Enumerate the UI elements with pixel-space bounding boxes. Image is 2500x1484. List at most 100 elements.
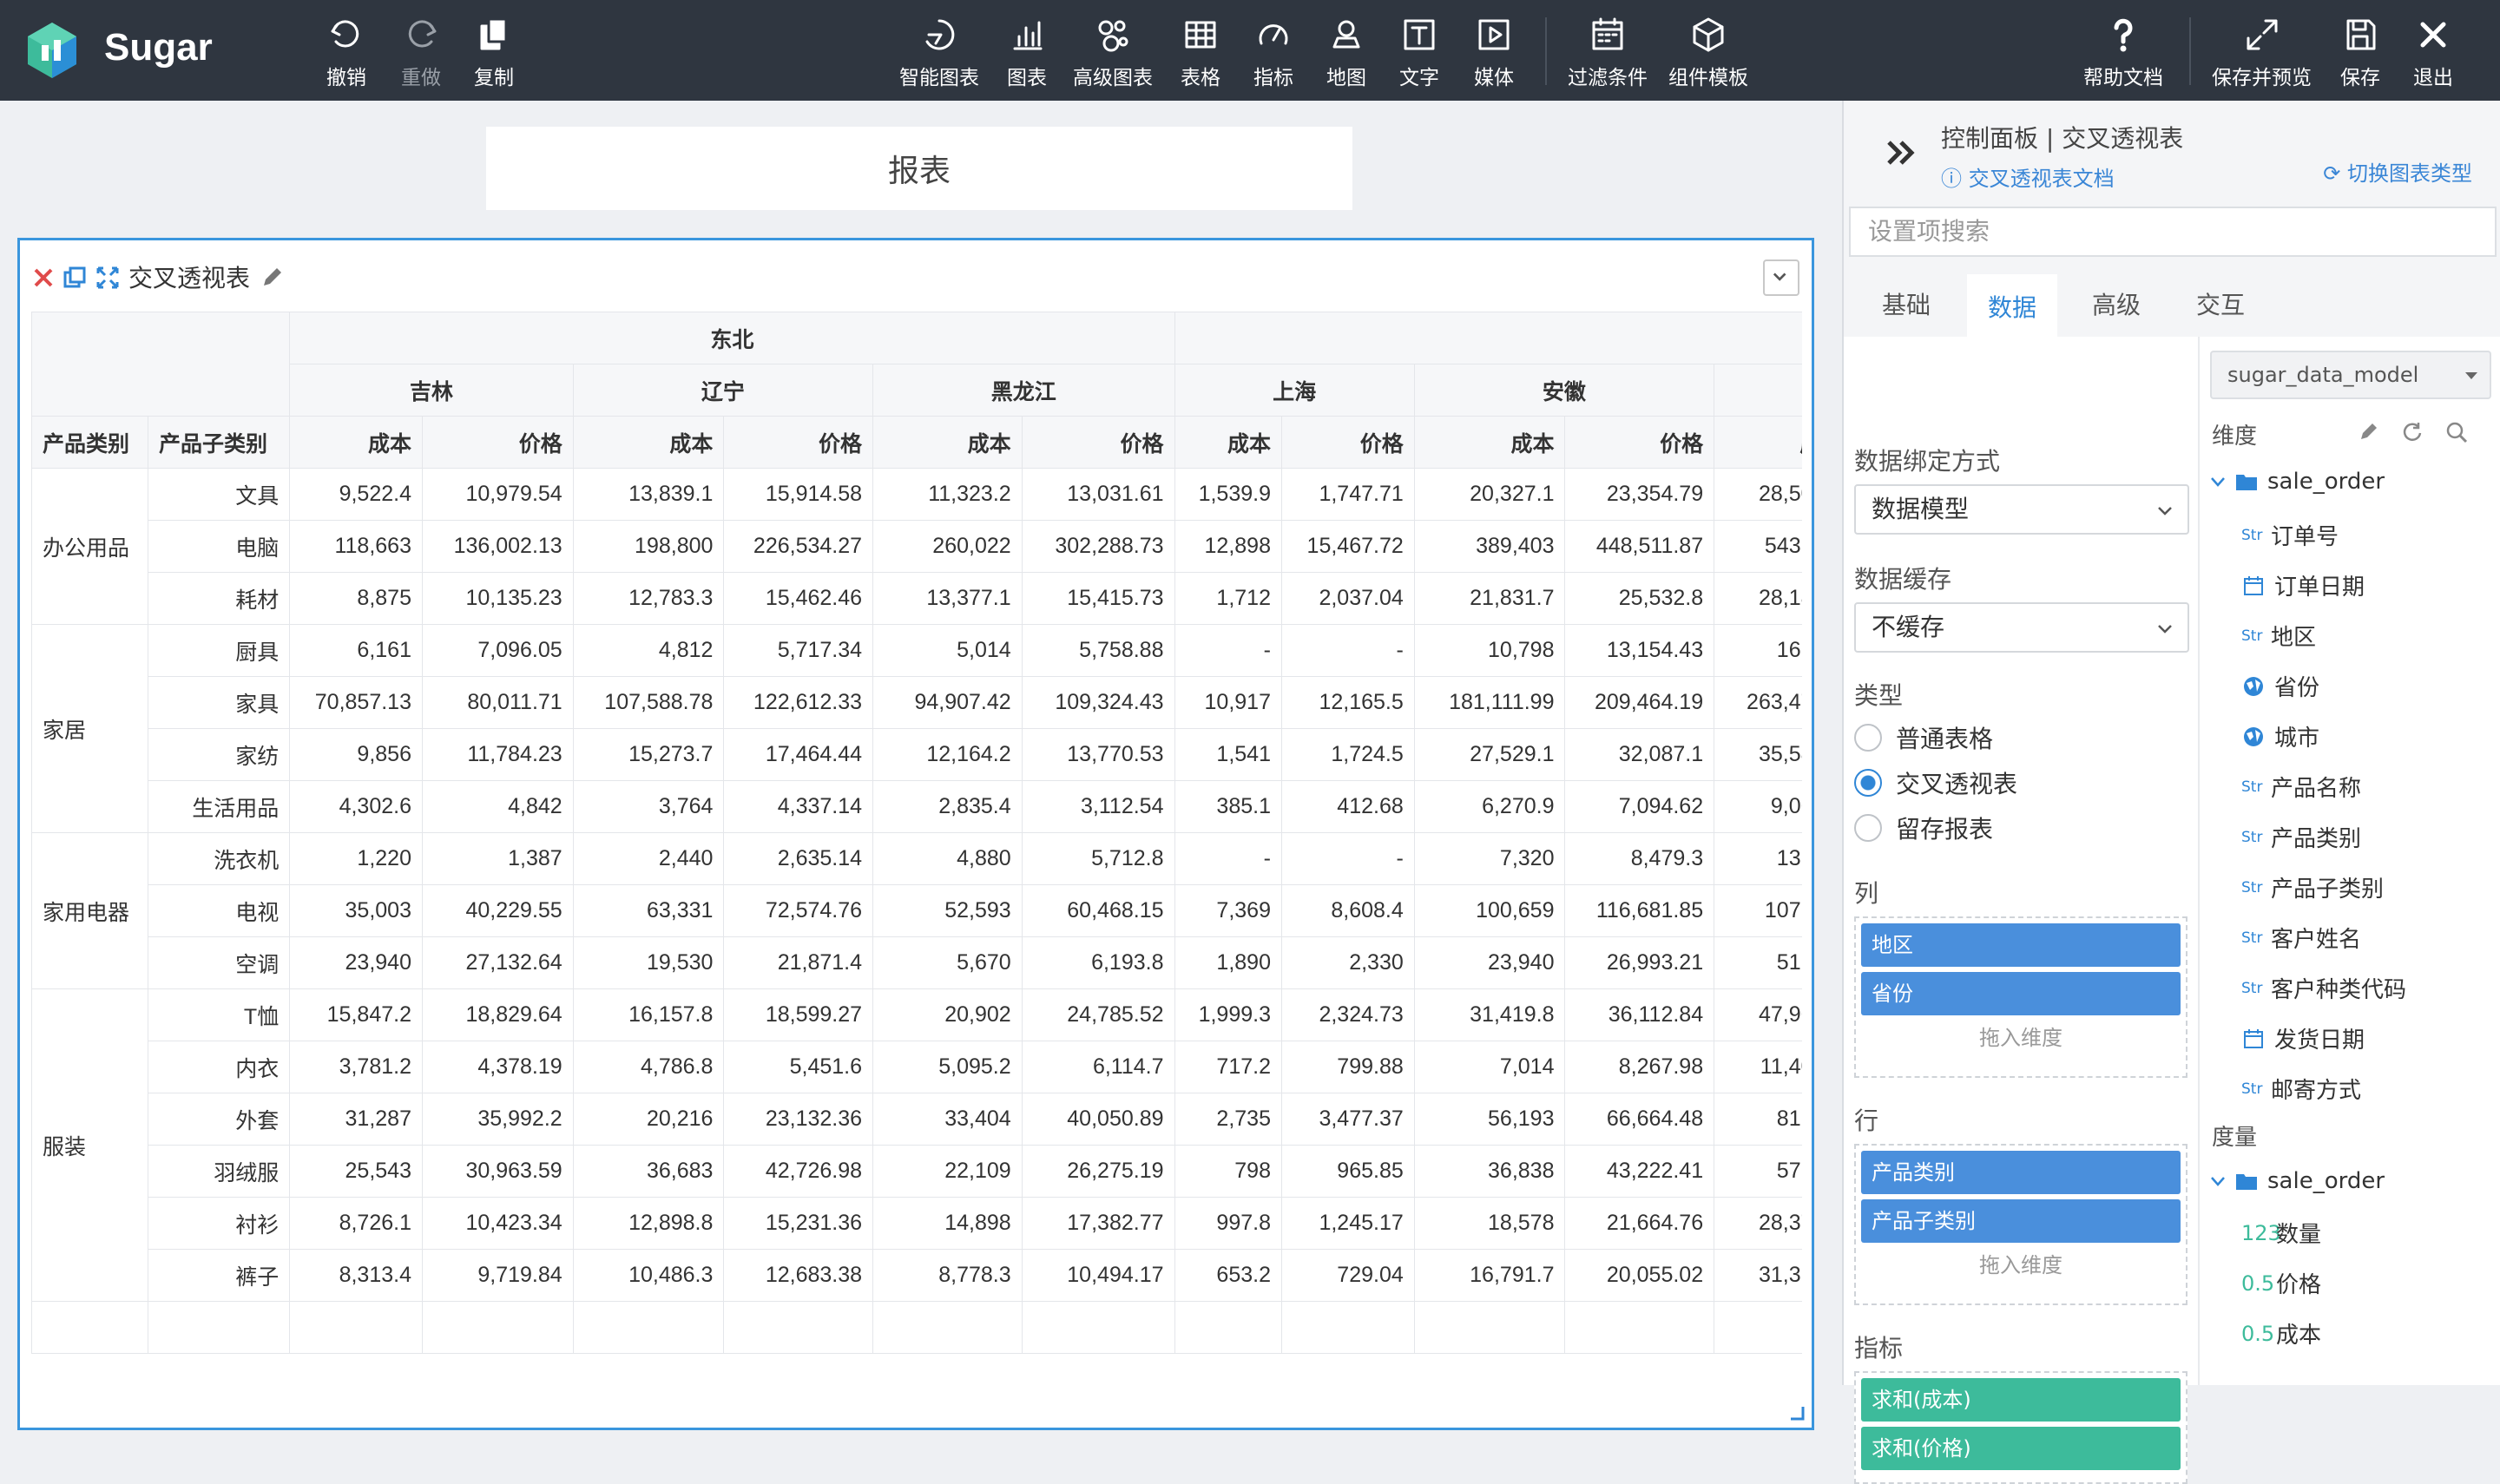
dimension-label: 维度 — [2212, 424, 2258, 450]
dimension-field[interactable]: 城市 — [2210, 720, 2319, 752]
category-header[interactable]: 产品类别 — [31, 416, 148, 469]
value-cell: 5,717.34 — [723, 624, 874, 677]
table-folder[interactable]: sale_order — [2210, 469, 2385, 495]
indicator-button[interactable]: 指标 — [1253, 16, 1293, 90]
media-button[interactable]: 媒体 — [1474, 16, 1514, 90]
tab-data[interactable]: 数据 — [1967, 274, 2058, 337]
dimension-field[interactable]: 订单日期 — [2210, 569, 2365, 601]
cost-header[interactable]: 成本 — [1174, 416, 1282, 469]
measure-field[interactable]: 0.5 价格 — [2210, 1267, 2321, 1299]
dimension-field[interactable]: Str 客户姓名 — [2210, 922, 2361, 954]
measure-field-chip[interactable]: 求和(价格) — [1861, 1427, 2181, 1470]
cache-select[interactable]: 不缓存 — [1854, 602, 2189, 653]
redo-button[interactable]: 重做 — [401, 16, 441, 90]
price-header[interactable]: 价格 — [421, 416, 574, 469]
table-folder[interactable]: sale_order — [2210, 1168, 2385, 1194]
value-cell: 21,871.4 — [723, 936, 874, 989]
folder-icon — [2236, 475, 2257, 490]
dimension-field[interactable]: Str 邮寄方式 — [2210, 1073, 2361, 1105]
pivot-table-scroll[interactable]: 东北吉林辽宁黑龙江上海安徽山东产品类别产品子类别成本价格成本价格成本价格成本价格… — [31, 312, 1802, 1422]
radio-normal-table[interactable]: 普通表格 — [1854, 720, 1993, 755]
smart-chart-button[interactable]: 智能图表 — [899, 16, 979, 90]
collapse-button[interactable] — [1763, 259, 1799, 296]
number-type-icon: 0.5 — [2241, 1271, 2275, 1296]
measure-field[interactable]: 0.5 成本 — [2210, 1317, 2321, 1349]
doc-link[interactable]: ⓘ 交叉透视表文档 — [1941, 161, 2115, 192]
table-row: 家居 厨具 6,161 7,096.05 4,812 5,717.34 5,014 5,758… — [31, 624, 1802, 833]
refresh-icon[interactable] — [2401, 420, 2424, 443]
value-cell — [872, 1301, 1023, 1354]
dimension-field[interactable]: 省份 — [2210, 670, 2319, 702]
switch-chart-type-link[interactable]: ⟳ 切换图表类型 — [2323, 156, 2472, 187]
fullscreen-icon[interactable] — [95, 265, 121, 291]
dimension-field[interactable]: Str 产品类别 — [2210, 821, 2361, 853]
dimension-field[interactable]: Str 客户种类代码 — [2210, 972, 2406, 1004]
value-cell: 997.8 — [1174, 1197, 1282, 1250]
undo-button[interactable]: 撤销 — [326, 16, 366, 90]
price-header[interactable]: 价格 — [723, 416, 874, 469]
value-cell: 35,585.7 — [1714, 728, 1802, 781]
text-label: 文字 — [1399, 67, 1439, 89]
text-button[interactable]: 文字 — [1399, 16, 1439, 90]
price-header[interactable]: 价格 — [1021, 416, 1175, 469]
report-title[interactable]: 报表 — [486, 127, 1352, 210]
measure-field[interactable]: 123 数量 — [2210, 1217, 2321, 1249]
price-header[interactable]: 价格 — [1564, 416, 1715, 469]
collapse-panel-icon[interactable] — [1882, 134, 1920, 172]
row-field-chip[interactable]: 产品子类别 — [1861, 1199, 2181, 1243]
edit-pencil-icon[interactable] — [259, 265, 285, 291]
cost-header[interactable]: 成本 — [572, 416, 725, 469]
table-button[interactable]: 表格 — [1181, 16, 1220, 90]
cost-header[interactable]: 成本 — [1413, 416, 1566, 469]
duplicate-icon[interactable] — [62, 265, 88, 291]
dimension-field[interactable]: 发货日期 — [2210, 1022, 2365, 1054]
copy-button[interactable]: 复制 — [474, 16, 514, 90]
data-model-select[interactable]: sugar_data_model — [2210, 351, 2491, 399]
expand-icon — [2247, 19, 2277, 50]
dimension-field[interactable]: Str 产品子类别 — [2210, 871, 2384, 903]
dimension-field[interactable]: Str 产品名称 — [2210, 771, 2361, 803]
cost-header[interactable]: 成本 — [872, 416, 1023, 469]
tab-basic[interactable]: 基础 — [1861, 274, 1951, 337]
exit-button[interactable]: 退出 — [2413, 16, 2453, 90]
toolbar-divider — [1545, 17, 1547, 85]
dimension-field[interactable]: Str 地区 — [2210, 620, 2316, 652]
value-cell: 263,475.9 — [1714, 676, 1802, 729]
rows-dropzone[interactable]: 产品类别 产品子类别 拖入维度 — [1854, 1144, 2188, 1305]
subcategory-header[interactable]: 产品子类别 — [147, 416, 291, 469]
settings-search-input[interactable]: 设置项搜索 — [1849, 207, 2497, 257]
resize-handle-icon[interactable] — [1789, 1405, 1805, 1421]
filter-button[interactable]: 过滤条件 — [1568, 16, 1648, 90]
subcategory-cell: 生活用品 — [147, 780, 291, 833]
component-template-button[interactable]: 组件模板 — [1668, 16, 1748, 90]
column-field-chip[interactable]: 省份 — [1861, 972, 2181, 1015]
help-button[interactable]: 帮助文档 — [2083, 16, 2163, 90]
delete-icon[interactable] — [30, 265, 56, 291]
dimension-field[interactable]: Str 订单号 — [2210, 519, 2339, 551]
binding-select[interactable]: 数据模型 — [1854, 484, 2189, 535]
cost-header[interactable]: 成本 — [289, 416, 423, 469]
columns-dropzone[interactable]: 地区 省份 拖入维度 — [1854, 916, 2188, 1078]
cost-header[interactable]: 成本 — [1714, 416, 1802, 469]
save-preview-button[interactable]: 保存并预览 — [2212, 16, 2312, 90]
chart-button[interactable]: 图表 — [1007, 16, 1047, 90]
column-field-chip[interactable]: 地区 — [1861, 923, 2181, 967]
radio-retention-report[interactable]: 留存报表 — [1854, 811, 1993, 845]
tab-advanced[interactable]: 高级 — [2071, 274, 2161, 337]
tab-interaction[interactable]: 交互 — [2175, 274, 2266, 337]
radio-dot-selected — [1854, 769, 1882, 797]
help-circle-icon: ⓘ — [1941, 167, 1962, 191]
measures-dropzone[interactable]: 求和(成本) 求和(价格) — [1854, 1371, 2188, 1484]
radio-pivot-table[interactable]: 交叉透视表 — [1854, 765, 2017, 800]
advanced-chart-button[interactable]: 高级图表 — [1073, 16, 1153, 90]
row-field-chip[interactable]: 产品类别 — [1861, 1151, 2181, 1194]
value-cell: 12,164.2 — [872, 728, 1023, 781]
search-icon[interactable] — [2444, 420, 2469, 444]
price-header[interactable]: 价格 — [1280, 416, 1415, 469]
map-button[interactable]: 地图 — [1326, 16, 1366, 90]
value-cell: 10,979.54 — [421, 468, 574, 521]
pivot-table-widget[interactable]: 交叉透视表 东北吉林辽宁黑龙江上海安徽山东产品类别产品子类别成本价格成本价格成本… — [17, 238, 1814, 1430]
edit-pencil-icon[interactable] — [2358, 420, 2380, 443]
save-button[interactable]: 保存 — [2340, 16, 2380, 90]
value-cell: 31,314.7 — [1714, 1249, 1802, 1302]
